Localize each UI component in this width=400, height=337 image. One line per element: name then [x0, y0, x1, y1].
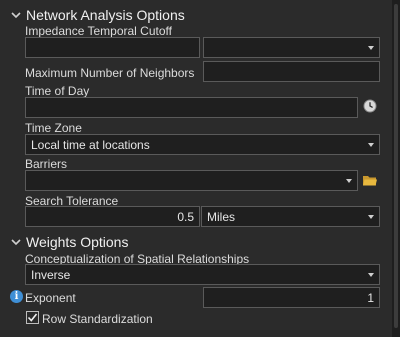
time-picker-button[interactable] [362, 98, 378, 114]
scrollbar-thumb[interactable] [394, 4, 398, 328]
info-icon[interactable]: i [10, 290, 23, 303]
exponent-input[interactable]: 1 [203, 287, 380, 308]
time-zone-dropdown[interactable]: Local time at locations [25, 134, 380, 155]
weights-options-header[interactable]: Weights Options [10, 233, 128, 251]
exponent-label: Exponent [25, 291, 76, 305]
caret-down-icon [368, 273, 374, 277]
time-of-day-label: Time of Day [25, 84, 90, 98]
conceptualization-dropdown[interactable]: Inverse [25, 264, 380, 285]
impedance-cutoff-input[interactable] [25, 37, 200, 58]
barriers-label: Barriers [25, 157, 68, 171]
caret-down-icon [346, 179, 352, 183]
row-standardization-checkbox[interactable] [26, 311, 39, 324]
max-neighbors-label: Maximum Number of Neighbors [25, 66, 195, 80]
chevron-down-icon[interactable] [10, 9, 22, 21]
section-title: Weights Options [26, 234, 129, 250]
clock-icon [363, 99, 377, 113]
impedance-unit-dropdown[interactable] [203, 37, 380, 58]
time-of-day-input[interactable] [25, 97, 358, 118]
impedance-cutoff-label: Impedance Temporal Cutoff [25, 24, 172, 38]
search-tolerance-unit-dropdown[interactable]: Miles [201, 206, 380, 227]
checkmark-icon [27, 313, 38, 322]
max-neighbors-input[interactable] [203, 61, 380, 82]
caret-down-icon [368, 143, 374, 147]
network-analysis-options-header[interactable]: Network Analysis Options [10, 6, 185, 24]
search-tolerance-input[interactable]: 0.5 [25, 206, 200, 227]
caret-down-icon [368, 215, 374, 219]
tool-parameters-panel: Network Analysis Options Impedance Tempo… [0, 0, 392, 337]
section-title: Network Analysis Options [26, 7, 185, 23]
caret-down-icon [368, 46, 374, 50]
barriers-dropdown[interactable] [25, 170, 358, 191]
row-standardization-label: Row Standardization [42, 312, 153, 326]
folder-icon [363, 175, 377, 185]
time-zone-label: Time Zone [25, 121, 82, 135]
browse-barriers-button[interactable] [362, 172, 378, 188]
chevron-down-icon[interactable] [10, 236, 22, 248]
vertical-scrollbar[interactable] [392, 0, 400, 337]
